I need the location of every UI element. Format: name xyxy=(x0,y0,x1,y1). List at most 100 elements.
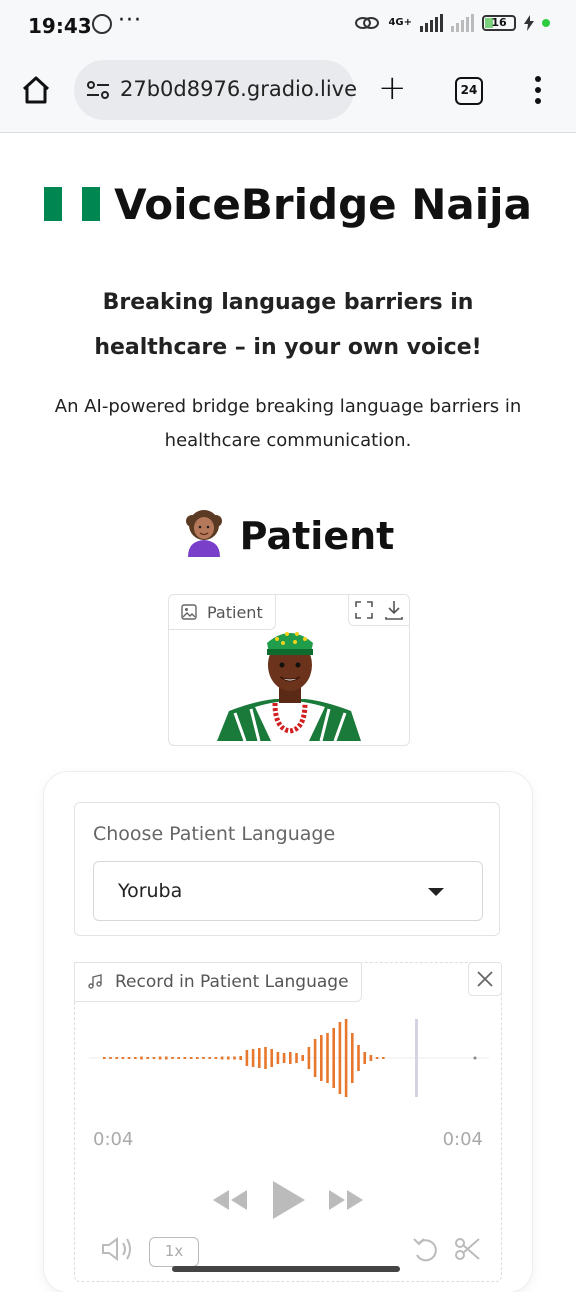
chevron-down-icon xyxy=(428,888,444,896)
more-notifications-icon: ··· xyxy=(118,8,142,33)
playhead[interactable] xyxy=(415,1019,418,1097)
waveform-bar xyxy=(363,1052,366,1064)
patient-heading-text: Patient xyxy=(239,514,395,558)
waveform-bar xyxy=(320,1035,323,1081)
waveform-bar xyxy=(344,1019,348,1097)
signal-icon xyxy=(420,14,443,32)
url-text[interactable]: 27b0d8976.gradio.live xyxy=(120,77,357,101)
audio-label-text: Record in Patient Language xyxy=(115,972,349,992)
duration: 0:04 xyxy=(442,1129,483,1150)
waveform-bar xyxy=(233,1056,236,1060)
signal-icon-2 xyxy=(451,14,474,32)
waveform-bar xyxy=(326,1033,329,1083)
play-icon[interactable] xyxy=(273,1181,305,1219)
waveform-bar xyxy=(295,1053,298,1063)
waveform-bar xyxy=(276,1052,280,1064)
waveform-bar xyxy=(270,1049,273,1067)
waveform-bar xyxy=(307,1047,311,1069)
waveform-bar xyxy=(239,1056,242,1060)
language-dropdown-group: Choose Patient Language Yoruba xyxy=(74,802,500,936)
site-settings-icon[interactable] xyxy=(86,80,110,100)
waveform-bar xyxy=(369,1055,373,1061)
patient-heading: Patient xyxy=(0,509,576,563)
waveform-bar xyxy=(115,1057,118,1059)
audio-label: Record in Patient Language xyxy=(74,962,362,1002)
waveform-bar xyxy=(338,1022,342,1094)
image-icon xyxy=(181,604,197,620)
network-type: 4G+ xyxy=(388,17,412,28)
waveform-bar xyxy=(382,1057,385,1059)
waveform-bar xyxy=(220,1056,224,1060)
waveform-end-dot xyxy=(473,1056,477,1060)
waveform-bar xyxy=(127,1057,131,1059)
waveform-bar xyxy=(245,1050,249,1066)
waveform-bar xyxy=(214,1057,218,1059)
waveform-bar xyxy=(109,1057,112,1059)
waveform-bar xyxy=(158,1056,162,1060)
waveform-bar xyxy=(146,1057,149,1059)
fullscreen-icon[interactable] xyxy=(349,595,379,625)
waveform-bar xyxy=(313,1039,317,1077)
patient-image-panel: Patient xyxy=(168,594,410,746)
waveform-bar xyxy=(251,1049,255,1067)
volume-icon[interactable] xyxy=(101,1235,135,1263)
menu-icon[interactable] xyxy=(534,76,542,106)
clock: 19:43 xyxy=(28,14,92,38)
waveform-bar xyxy=(332,1028,335,1088)
playback-speed-button[interactable]: 1x xyxy=(149,1237,199,1267)
battery-icon: 16 xyxy=(482,15,516,31)
page-subtitle: Breaking language barriers in healthcare… xyxy=(94,290,482,360)
playback-controls xyxy=(213,1181,363,1219)
rewind-icon[interactable] xyxy=(213,1190,247,1210)
music-note-icon xyxy=(88,974,102,989)
waveform-bar xyxy=(282,1053,286,1063)
waveform-bar xyxy=(375,1057,379,1059)
language-dropdown[interactable]: Yoruba xyxy=(93,861,483,921)
home-icon[interactable] xyxy=(20,74,52,106)
waveform[interactable] xyxy=(89,1013,489,1103)
waveform-bar xyxy=(301,1055,304,1061)
current-time: 0:04 xyxy=(93,1129,134,1150)
waveform-bar xyxy=(177,1057,180,1059)
waveform-bar xyxy=(258,1048,261,1068)
woman-emoji-icon xyxy=(185,509,222,557)
close-icon xyxy=(477,971,493,987)
patient-illustration xyxy=(217,632,361,742)
waveform-bar xyxy=(121,1057,125,1059)
clear-audio-button[interactable] xyxy=(468,962,502,996)
waveform-bar xyxy=(140,1056,143,1060)
waveform-bar xyxy=(103,1057,106,1059)
status-bar: 19:43 ··· 4G+ 16 xyxy=(0,0,576,52)
trim-icon[interactable] xyxy=(453,1235,483,1263)
image-toolbar xyxy=(348,595,409,626)
waveform-bar xyxy=(152,1057,156,1059)
tab-switcher-button[interactable]: 24 xyxy=(455,77,483,105)
waveform-bar xyxy=(289,1052,292,1064)
privacy-dot-icon xyxy=(542,19,550,27)
audio-recorder: Record in Patient Language 0:04 0:04 1x xyxy=(74,962,502,1282)
address-bar[interactable]: 27b0d8976.gradio.live xyxy=(74,60,357,120)
waveform-bar xyxy=(183,1057,187,1059)
charging-icon xyxy=(524,15,534,31)
waveform-bar xyxy=(171,1057,174,1059)
undo-icon[interactable] xyxy=(411,1235,441,1263)
download-icon[interactable] xyxy=(379,595,409,625)
waveform-bar xyxy=(189,1057,193,1059)
battery-level: 16 xyxy=(491,16,507,29)
page-title-text: VoiceBridge Naija xyxy=(114,180,532,229)
image-label: Patient xyxy=(169,595,276,630)
browser-toolbar: 27b0d8976.gradio.live + 24 xyxy=(0,52,576,133)
new-tab-icon[interactable]: + xyxy=(378,68,407,108)
waveform-bar xyxy=(357,1045,360,1071)
waveform-bar xyxy=(196,1057,199,1059)
gesture-bar xyxy=(172,1266,400,1272)
fast-forward-icon[interactable] xyxy=(329,1190,363,1210)
image-label-text: Patient xyxy=(207,602,263,622)
link-icon xyxy=(355,17,380,29)
waveform-bar xyxy=(208,1057,211,1059)
page-title: VoiceBridge Naija xyxy=(0,180,576,229)
waveform-bar xyxy=(351,1033,354,1083)
waveform-bar xyxy=(264,1047,267,1069)
language-dropdown-label: Choose Patient Language xyxy=(93,823,336,845)
whatsapp-icon xyxy=(92,14,112,34)
